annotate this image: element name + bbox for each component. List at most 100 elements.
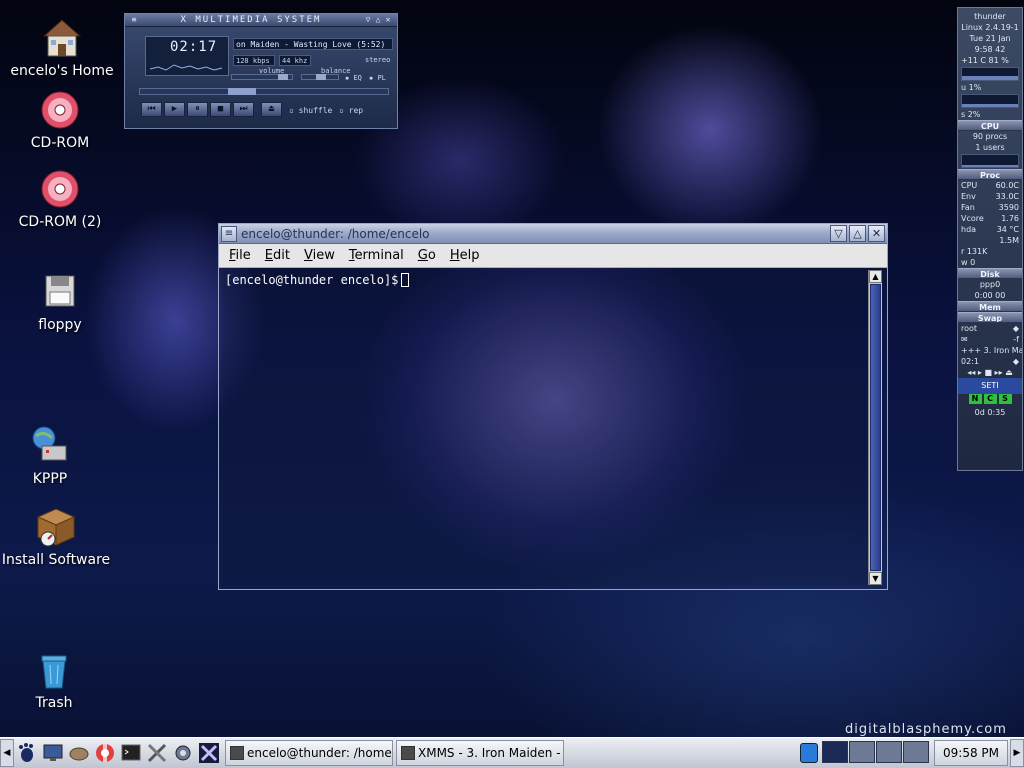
menu-terminal[interactable]: Terminal [349,248,404,263]
show-desktop-icon[interactable] [800,743,818,763]
terminal-window[interactable]: ≡ encelo@thunder: /home/encelo ▽ △ ✕ Fil… [218,223,888,590]
xmms-seek-bar[interactable] [139,88,389,95]
terminal-title: encelo@thunder: /home/encelo [241,226,430,241]
settings-launcher-icon[interactable] [171,741,195,765]
xmms-shade-button[interactable]: △ [373,15,383,25]
workspace-2[interactable] [849,741,875,763]
home-icon [40,16,84,60]
xmms-close-button[interactable]: ✕ [383,15,393,25]
xmms-task-icon [401,746,415,760]
xmms-pl-toggle[interactable]: ▪ PL [369,74,386,82]
desktop-icon-cdrom[interactable]: CD-ROM [0,88,120,151]
xmms-repeat-toggle[interactable]: ▫ rep [339,106,363,115]
workspace-4[interactable] [903,741,929,763]
desktop-icon-trash[interactable]: Trash [0,648,114,711]
desktop-icon-label: floppy [38,317,82,333]
desktop-icon-label: CD-ROM [30,135,90,151]
workspace-1[interactable] [822,741,848,763]
gkrellm-ppp-label[interactable]: ppp0 [958,279,1022,290]
gkrellm-xmms-controls[interactable]: ◂◂ ▸ ■ ▸▸ ⏏ [958,367,1022,378]
window-menu-icon[interactable]: ≡ [221,225,237,242]
gkrellm-swap-header[interactable]: Swap [958,312,1022,323]
terminal-launcher-icon[interactable] [119,741,143,765]
panel-clock[interactable]: 09:58 PM [934,740,1008,766]
xmms-menu-button[interactable]: ≡ [129,15,139,25]
monitor-launcher-icon[interactable] [41,741,65,765]
xmms-shuffle-toggle[interactable]: ▫ shuffle [289,106,332,115]
desktop-icon-floppy[interactable]: floppy [0,270,120,333]
xmms-minimize-button[interactable]: ▽ [363,15,373,25]
gkrellm-track-time: 02:1 ◆ [961,357,1019,366]
gkrellm-sensor-cpu: CPU 60.0C [961,181,1019,190]
xmms-balance-slider[interactable] [301,74,339,80]
xmms-pause-button[interactable]: ⏸ [187,102,208,117]
bottom-panel: ◀ encelo@thunder: /home/e XMMS - 3. Iron… [0,737,1024,768]
xmms-titlebar[interactable]: ≡ X MULTIMEDIA SYSTEM ▽ △ ✕ [125,14,397,27]
desktop-icon-install-software[interactable]: Install Software [0,505,116,568]
desktop-icon-label: encelo's Home [10,63,114,79]
taskbar-button-terminal[interactable]: encelo@thunder: /home/e [225,740,393,766]
gkrellm-cpu-header[interactable]: CPU [958,120,1022,131]
xmms-launcher-icon[interactable] [197,741,221,765]
xmms-play-button[interactable]: ▶ [164,102,185,117]
workspace-pager[interactable] [822,741,930,765]
maximize-button[interactable]: △ [849,225,866,242]
xmms-bitrate: 128 kbps [233,55,275,66]
xmms-player[interactable]: ≡ X MULTIMEDIA SYSTEM ▽ △ ✕ 02:17 on Mai… [124,13,398,129]
gkrellm-mem-header[interactable]: Mem [958,301,1022,312]
xmms-eject-button[interactable]: ⏏ [261,102,282,117]
desktop-icon-kppp[interactable]: KPPP [0,424,110,487]
xmms-next-button[interactable]: ⏭ [233,102,254,117]
terminal-scrollbar[interactable]: ▲ ▼ [868,270,882,585]
xmms-eq-toggle[interactable]: ▪ EQ [345,74,362,82]
terminal-titlebar[interactable]: ≡ encelo@thunder: /home/encelo ▽ △ ✕ [219,224,887,244]
seti-c-badge: C [983,394,997,404]
terminal-menubar: File Edit View Terminal Go Help [219,244,887,268]
cdrom-icon [38,88,82,132]
mail-icon: ✉ [961,335,968,344]
menu-file[interactable]: File [229,248,251,263]
minimize-button[interactable]: ▽ [830,225,847,242]
menu-go[interactable]: Go [418,248,436,263]
menu-view[interactable]: View [304,248,335,263]
scroll-down-arrow-icon[interactable]: ▼ [869,572,882,585]
scroll-up-arrow-icon[interactable]: ▲ [869,270,882,283]
panel-hide-right-arrow-icon[interactable]: ▶ [1010,739,1024,767]
menu-help[interactable]: Help [450,248,480,263]
gkrellm-ppp-time: 0:00 00 [974,291,1006,300]
gkrellm-disk-write: w 0 [961,258,976,267]
terminal-body[interactable]: [encelo@thunder encelo]$ [223,270,868,585]
close-button[interactable]: ✕ [868,225,885,242]
taskbar-button-xmms[interactable]: XMMS - 3. Iron Maiden - [396,740,564,766]
taskbar-label: encelo@thunder: /home/e [247,746,393,760]
scrollbar-thumb[interactable] [870,284,881,571]
workspace-3[interactable] [876,741,902,763]
xmms-volume-slider[interactable] [231,74,293,80]
gkrellm-seti-time: 0d 0:35 [974,408,1006,417]
xmms-time-display: 02:17 [145,36,229,76]
gkrellm-load-chart [961,94,1019,108]
gkrellm-proc-header[interactable]: Proc [958,169,1022,180]
gkrellm-disk-header[interactable]: Disk [958,268,1022,279]
desktop-icon-home[interactable]: encelo's Home [2,16,122,79]
gkrellm-mail[interactable]: ✉ -f [958,334,1022,345]
tools-launcher-icon[interactable] [145,741,169,765]
xmms-stop-button[interactable]: ■ [210,102,231,117]
gkrellm-fan: Fan 3590 [961,203,1019,212]
gkrellm-hostname: thunder [974,12,1006,21]
desktop-icon-label: KPPP [32,471,68,487]
xmms-prev-button[interactable]: ⏮ [141,102,162,117]
xmms-visualizer[interactable] [150,59,224,73]
help-lifebuoy-icon[interactable] [93,741,117,765]
gkrellm-user-root: root ◆ [961,324,1019,333]
gkrellm-proc-chart [961,154,1019,168]
panel-hide-left-arrow-icon[interactable]: ◀ [0,739,14,767]
desktop-icon-cdrom-2[interactable]: CD-ROM (2) [0,167,120,230]
gnome-menu-foot-icon[interactable] [15,741,39,765]
gkrellm-vcore: Vcore 1.76 [961,214,1019,223]
gkrellm-disk-read: r 131K [961,247,988,256]
seti-n-badge: N [968,394,982,404]
nautilus-launcher-icon[interactable] [67,741,91,765]
menu-edit[interactable]: Edit [265,248,290,263]
gkrellm-seti-flags: N C S [958,394,1022,407]
